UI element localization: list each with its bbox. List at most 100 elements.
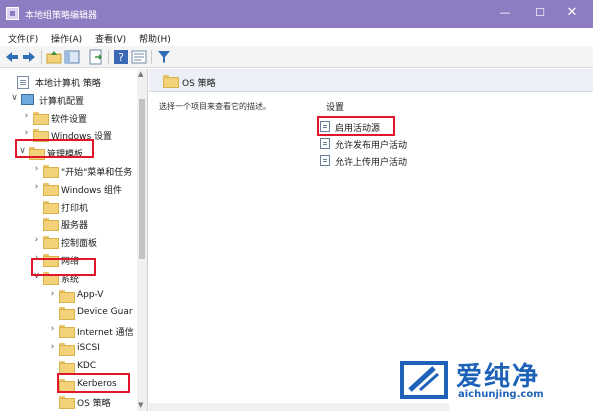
- help-icon[interactable]: ?: [113, 49, 129, 65]
- tree-item-label: KDC: [77, 360, 97, 371]
- tree-item-start-menu-taskbar[interactable]: › "开始"菜单和任务: [0, 162, 147, 179]
- watermark-logo-icon: [400, 361, 448, 399]
- folder-icon: [59, 307, 75, 321]
- computer-icon: [21, 93, 35, 105]
- chevron-right-icon[interactable]: ›: [48, 325, 57, 334]
- back-arrow-icon[interactable]: [4, 49, 20, 65]
- policy-document-icon: [17, 76, 31, 89]
- title-bar: 本地组策略编辑器 — ☐ ✕: [0, 0, 593, 28]
- tree-item-control-panel[interactable]: › 控制面板: [0, 233, 147, 250]
- folder-icon: [163, 75, 179, 88]
- tree-item-app-v[interactable]: › App-V: [0, 287, 147, 304]
- chevron-down-icon[interactable]: ∨: [10, 93, 19, 103]
- tree-item-label: iSCSI: [77, 343, 100, 353]
- chevron-right-icon[interactable]: ›: [48, 343, 57, 352]
- tree-item-printers[interactable]: 打印机: [0, 198, 147, 215]
- tree-item-label: 打印机: [61, 203, 89, 214]
- folder-icon: [59, 289, 75, 303]
- description-text: 选择一个项目来查看它的描述。: [159, 102, 271, 111]
- scroll-down-icon[interactable]: ▼: [138, 401, 143, 409]
- maximize-button[interactable]: ☐: [529, 4, 551, 22]
- folder-icon: [43, 165, 59, 178]
- folder-icon: [43, 200, 59, 214]
- tree-item-label: 软件设置: [51, 114, 88, 125]
- highlight-enable-activity-feed: [317, 116, 395, 136]
- forward-arrow-icon[interactable]: [21, 49, 37, 65]
- chevron-right-icon[interactable]: ›: [32, 165, 41, 174]
- setting-label: 允许发布用户活动: [335, 141, 408, 151]
- folder-icon: [59, 343, 75, 356]
- tree-item-internet-communication[interactable]: › Internet 通信: [0, 322, 147, 339]
- scroll-up-icon[interactable]: ▲: [138, 70, 143, 78]
- tree-item-computer-config[interactable]: ∨ 计算机配置: [0, 91, 147, 108]
- filter-icon[interactable]: [156, 49, 172, 65]
- highlight-system: [31, 258, 96, 276]
- tree-item-label: 服务器: [61, 221, 89, 232]
- tree-item-label: 本地计算机 策略: [35, 79, 101, 89]
- no-chevron: [48, 307, 57, 316]
- details-title: OS 策略: [182, 79, 216, 89]
- tree-item-local-computer-policy[interactable]: 本地计算机 策略: [0, 73, 147, 90]
- watermark-url: aichunjing.com: [458, 389, 544, 400]
- tree-pane: 本地计算机 策略 ∨ 计算机配置 › 软件设置 › Windows 设置 ∨ 管理模板 › "开始"…: [0, 69, 148, 411]
- menu-bar: 文件(F) 操作(A) 查看(V) 帮助(H): [0, 28, 593, 46]
- tree-item-label: Windows 组件: [61, 185, 123, 196]
- chevron-right-icon[interactable]: ›: [32, 182, 41, 192]
- folder-icon: [59, 360, 75, 374]
- tree-item-iscsi[interactable]: › iSCSI: [0, 340, 147, 357]
- folder-up-icon[interactable]: [46, 49, 62, 65]
- tree-item-label: App-V: [77, 289, 104, 300]
- tree-item-label: 计算机配置: [39, 96, 85, 107]
- close-button[interactable]: ✕: [561, 4, 583, 22]
- no-chevron: [48, 396, 57, 405]
- watermark: 爱纯净 aichunjing.com: [400, 356, 590, 408]
- svg-text:?: ?: [118, 51, 124, 64]
- folder-icon: [43, 236, 59, 250]
- details-header: OS 策略: [149, 69, 593, 92]
- folder-icon: [59, 396, 75, 410]
- folder-icon: [59, 325, 75, 339]
- tree-item-os-policy[interactable]: OS 策略: [0, 393, 147, 410]
- menu-help[interactable]: 帮助(H): [139, 32, 171, 45]
- no-chevron: [32, 201, 41, 210]
- tree-item-label: 控制面板: [61, 239, 98, 250]
- folder-icon: [33, 111, 49, 125]
- tree-item-software-settings[interactable]: › 软件设置: [0, 109, 147, 126]
- settings-column-header[interactable]: 设置: [326, 100, 344, 113]
- no-chevron: [32, 218, 41, 227]
- menu-file[interactable]: 文件(F): [8, 32, 38, 45]
- tree-item-label: OS 策略: [77, 399, 111, 410]
- tree-item-windows-components[interactable]: › Windows 组件: [0, 180, 147, 197]
- no-chevron: [48, 361, 57, 370]
- properties-icon[interactable]: [131, 49, 147, 65]
- setting-label: 允许上传用户活动: [335, 158, 408, 168]
- watermark-brand: 爱纯净: [456, 362, 541, 392]
- folder-icon: [43, 218, 59, 232]
- folder-icon: [43, 182, 59, 196]
- tree-item-server[interactable]: 服务器: [0, 215, 147, 232]
- scroll-thumb[interactable]: [139, 99, 145, 259]
- chevron-right-icon[interactable]: ›: [22, 111, 31, 121]
- window-title: 本地组策略编辑器: [25, 11, 98, 21]
- export-list-icon[interactable]: [88, 49, 104, 65]
- chevron-right-icon[interactable]: ›: [32, 236, 41, 245]
- policy-setting-icon: [320, 155, 330, 166]
- menu-view[interactable]: 查看(V): [95, 32, 126, 45]
- menu-action[interactable]: 操作(A): [51, 32, 82, 45]
- app-icon: [6, 7, 19, 20]
- no-chevron: [6, 76, 15, 85]
- show-hide-tree-icon[interactable]: [64, 49, 80, 65]
- policy-setting-icon: [320, 138, 330, 149]
- highlight-admin-templates: [15, 139, 94, 158]
- toolbar: ?: [0, 46, 593, 68]
- tree-item-label: "开始"菜单和任务: [61, 168, 133, 178]
- no-chevron: [48, 379, 57, 388]
- minimize-button[interactable]: —: [494, 4, 516, 22]
- tree-scrollbar[interactable]: ▲ ▼: [137, 69, 147, 411]
- chevron-right-icon[interactable]: ›: [22, 129, 31, 138]
- tree-item-device-guard[interactable]: Device Guar: [0, 304, 147, 321]
- highlight-os-policy: [57, 373, 130, 393]
- tree-item-label: Device Guar: [77, 307, 133, 318]
- chevron-right-icon[interactable]: ›: [48, 289, 57, 299]
- tree-item-label: Internet 通信: [77, 328, 134, 339]
